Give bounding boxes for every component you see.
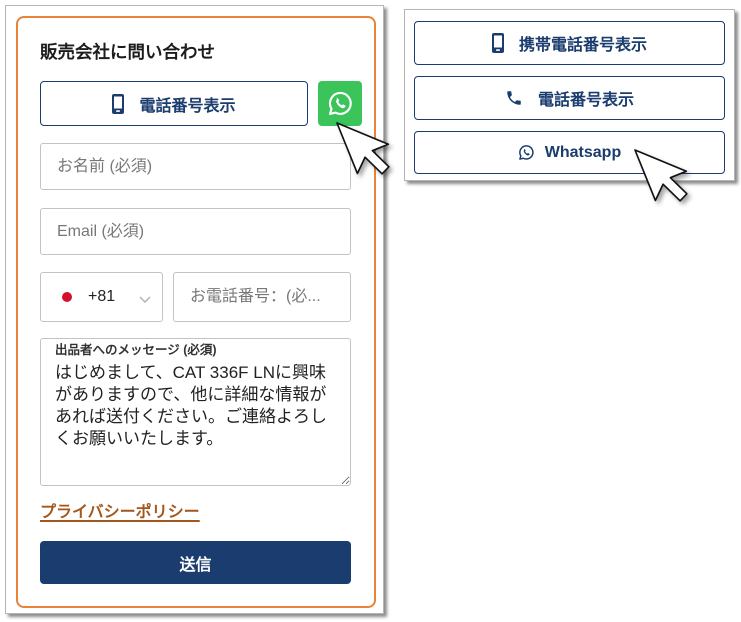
mouse-cursor-icon [336,122,390,175]
phone-icon [505,89,523,107]
show-phone-number-label: 電話番号表示 [139,97,236,115]
show-landline-number-button[interactable]: 電話番号表示 [414,76,725,120]
whatsapp-icon [518,144,535,161]
message-textarea[interactable]: はじめまして、CAT 336F LNに興味がありますので、他に詳細な情報があれば… [40,338,351,486]
whatsapp-icon [327,90,354,117]
country-code-value: +81 [88,288,116,305]
chevron-down-icon [139,296,151,304]
japan-flag-icon [62,292,72,302]
submit-button[interactable]: 送信 [40,541,351,584]
mobile-phone-icon [491,33,504,53]
form-title: 販売会社に問い合わせ [40,42,215,62]
show-mobile-number-button[interactable]: 携帯電話番号表示 [414,21,725,65]
mobile-phone-icon [112,93,125,114]
privacy-policy-link[interactable]: プライバシーポリシー [40,502,200,524]
mouse-cursor-icon [634,149,688,202]
show-landline-number-label: 電話番号表示 [537,92,634,109]
country-code-select[interactable]: +81 [40,272,163,322]
show-mobile-number-label: 携帯電話番号表示 [518,37,647,54]
show-phone-number-button[interactable]: 電話番号表示 [40,81,308,126]
whatsapp-contact-label: Whatsapp [544,143,622,161]
phone-number-input[interactable] [173,272,351,322]
name-input[interactable] [40,143,351,190]
email-input[interactable] [40,208,351,255]
